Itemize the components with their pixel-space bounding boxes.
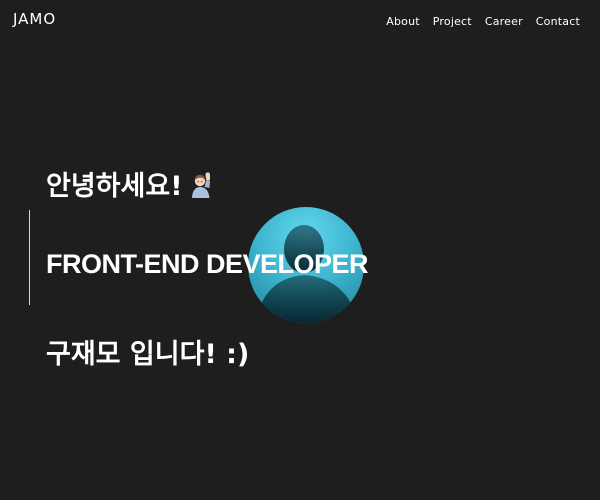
role-title: FRONT-END DEVELOPER bbox=[46, 249, 369, 279]
accent-divider bbox=[29, 210, 30, 305]
greeting-text: 안녕하세요! bbox=[46, 171, 183, 202]
hero-section: 안녕하세요! FRONT-END DEVELOPER 구재모 입니다! :) bbox=[0, 0, 600, 500]
man-raising-hand-icon bbox=[189, 171, 217, 206]
intro-text: 구재모 입니다! :) bbox=[46, 339, 250, 370]
greeting-heading: 안녕하세요! bbox=[46, 164, 217, 206]
